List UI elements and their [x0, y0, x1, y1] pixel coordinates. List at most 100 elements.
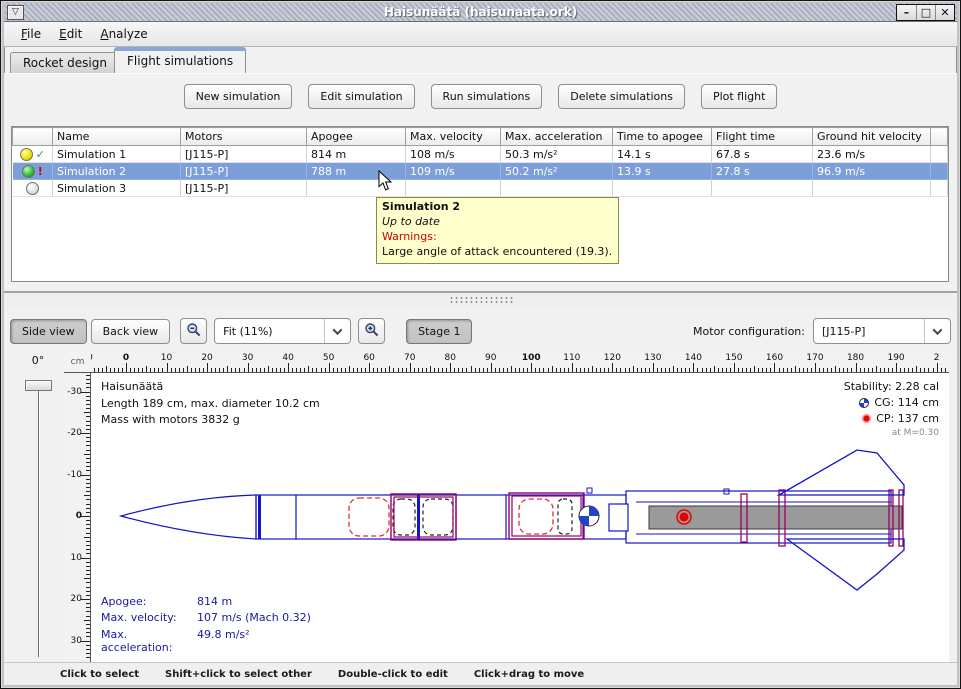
edit-simulation-button[interactable]: Edit simulation: [308, 84, 414, 109]
ruler-tick: [86, 400, 90, 401]
ruler-tick: [86, 587, 90, 588]
ruler-tick: [300, 368, 301, 372]
split-pane-divider[interactable]: [4, 291, 957, 308]
cell-motors: [J115-P]: [181, 146, 307, 163]
simulation-buttons: New simulation Edit simulation Run simulat…: [1, 84, 960, 109]
simulation-tooltip: Simulation 2 Up to date Warnings: Large …: [376, 197, 619, 264]
rocket-canvas[interactable]: Haisunäätä Length 189 cm, max. diameter …: [91, 373, 949, 663]
ruler-tick: [377, 368, 378, 372]
column-header-name[interactable]: Name: [53, 128, 181, 146]
ruler-tick: [552, 366, 553, 372]
ruler-tick: [892, 368, 893, 372]
ruler-tick: [519, 368, 520, 372]
column-header-flight-time[interactable]: Flight time: [712, 128, 813, 146]
table-row[interactable]: ✓Simulation 1[J115-P]814 m108 m/s50.3 m/…: [13, 146, 948, 163]
ruler-tick: [511, 366, 512, 372]
cell-name: Simulation 3: [53, 180, 181, 197]
rocket-dimensions: Length 189 cm, max. diameter 10.2 cm: [101, 396, 320, 413]
ruler-tick: [584, 368, 585, 372]
ruler-tick: [831, 368, 832, 372]
ruler-tick: [102, 368, 103, 372]
tooltip-title: Simulation 2: [382, 200, 612, 215]
split-pane-handle[interactable]: [449, 296, 513, 305]
tab-rocket-design[interactable]: Rocket design: [10, 52, 120, 73]
ruler-label: 0: [76, 511, 82, 521]
column-header-apogee[interactable]: Apogee: [307, 128, 406, 146]
zoom-out-button[interactable]: [180, 318, 207, 344]
ruler-tick: [928, 368, 929, 372]
ruler-tick: [260, 368, 261, 372]
delete-simulations-button[interactable]: Delete simulations: [558, 84, 685, 109]
column-header-status[interactable]: [13, 128, 53, 146]
ruler-label: 120: [604, 353, 621, 363]
ruler-tick: [231, 368, 232, 372]
ruler-tick: [81, 433, 90, 434]
close-button[interactable]: ✕: [935, 5, 954, 20]
minimize-button[interactable]: –: [897, 5, 916, 20]
ruler-tick: [154, 368, 155, 372]
ruler-tick: [876, 366, 877, 372]
side-view-button[interactable]: Side view: [10, 319, 87, 344]
ruler-tick: [280, 368, 281, 372]
ruler-tick: [86, 616, 90, 617]
motor-configuration-select[interactable]: [J115-P]: [813, 318, 951, 344]
zoom-level-select[interactable]: Fit (11%): [214, 318, 351, 344]
column-header-ground-hit-velocity[interactable]: Ground hit velocity: [813, 128, 931, 146]
ruler-tick: [843, 368, 844, 372]
ruler-tick: [84, 454, 90, 455]
magnifier-minus-icon: [186, 322, 202, 341]
ruler-tick: [86, 611, 90, 612]
ruler-tick: [527, 368, 528, 372]
zoom-level-value: Fit (11%): [223, 325, 272, 338]
ruler-tick: [86, 421, 90, 422]
back-view-button[interactable]: Back view: [91, 319, 171, 344]
ruler-tick: [122, 368, 123, 372]
ruler-label: -30: [67, 387, 82, 397]
tab-flight-simulations[interactable]: Flight simulations: [114, 47, 246, 73]
shock-cord-outline: [393, 499, 415, 535]
table-row[interactable]: !Simulation 2[J115-P]788 m109 m/s50.2 m/…: [13, 163, 948, 180]
ruler-tick: [321, 368, 322, 372]
window-controls: – □ ✕: [896, 4, 955, 21]
ruler-tick: [345, 368, 346, 372]
title-bar[interactable]: ▽ Haisunäätä (haisunaata.ork) – □ ✕: [4, 3, 957, 22]
ruler-tick: [179, 368, 180, 372]
menu-item-analyze[interactable]: Analyze: [91, 24, 156, 44]
new-simulation-button[interactable]: New simulation: [184, 84, 293, 109]
check-icon: ✓: [36, 149, 45, 160]
zoom-in-button[interactable]: [358, 318, 385, 344]
ruler-label: 180: [847, 353, 864, 363]
column-header-max-acceleration[interactable]: Max. acceleration: [501, 128, 613, 146]
body-tube: [256, 495, 626, 539]
stage-1-toggle[interactable]: Stage 1: [406, 319, 472, 344]
run-simulations-button[interactable]: Run simulations: [431, 84, 543, 109]
column-header-motors[interactable]: Motors: [181, 128, 307, 146]
column-header-max-velocity[interactable]: Max. velocity: [406, 128, 501, 146]
ruler-label: 70: [404, 353, 415, 363]
rotation-slider[interactable]: [38, 385, 40, 657]
ruler-tick: [665, 368, 666, 372]
column-header-time-to-apogee[interactable]: Time to apogee: [613, 128, 712, 146]
ruler-tick: [783, 368, 784, 372]
ruler-tick: [215, 368, 216, 372]
inner-tube: [609, 504, 628, 531]
rotation-slider-handle[interactable]: [25, 380, 52, 391]
rotation-angle-label: 0°: [15, 354, 61, 367]
ruler-tick: [426, 368, 427, 372]
table-row[interactable]: Simulation 3[J115-P]: [13, 180, 948, 197]
ruler-tick: [304, 368, 305, 372]
ruler-tick: [681, 368, 682, 372]
ruler-tick: [847, 368, 848, 372]
ruler-tick: [856, 363, 857, 372]
plot-flight-button[interactable]: Plot flight: [701, 84, 777, 109]
ruler-tick: [673, 366, 674, 372]
ruler-tick: [649, 368, 650, 372]
ruler-tick: [369, 363, 370, 372]
menu-item-edit[interactable]: Edit: [50, 24, 91, 44]
ruler-tick: [564, 368, 565, 372]
ruler-label: 170: [806, 353, 823, 363]
ruler-tick: [645, 368, 646, 372]
menu-item-file[interactable]: File: [12, 24, 50, 44]
ruler-tick: [86, 404, 90, 405]
maximize-button[interactable]: □: [916, 5, 935, 20]
